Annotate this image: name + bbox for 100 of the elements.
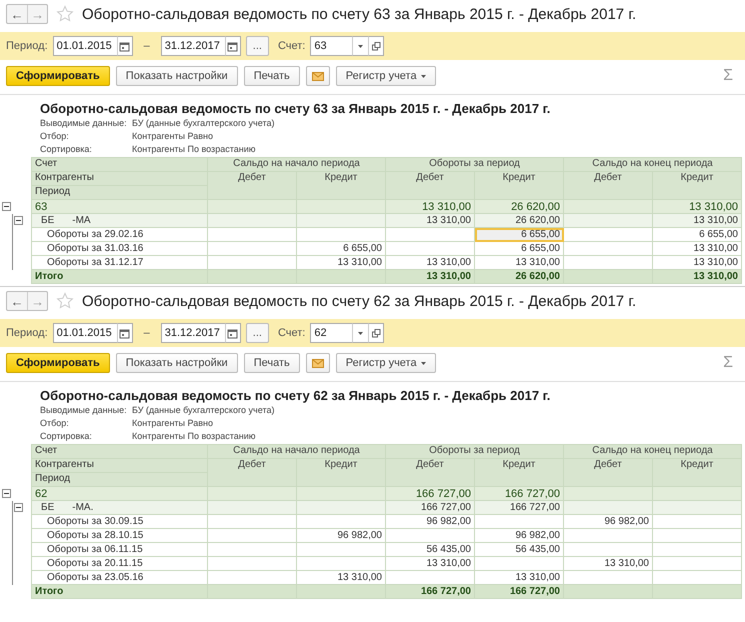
- total-label: Итого: [32, 270, 208, 284]
- table-cell: 13 310,00: [386, 200, 474, 214]
- dropdown-button[interactable]: [352, 323, 368, 343]
- report-title: Оборотно-сальдовая ведомость по счету 63 за Январь 2015 г. - Декабрь 2017 г.: [39, 100, 552, 118]
- date-field[interactable]: 31.12.2017: [160, 323, 225, 343]
- mail-button[interactable]: [306, 66, 330, 86]
- open-button[interactable]: [368, 323, 384, 343]
- calendar-button[interactable]: [116, 323, 133, 343]
- table-cell: 13 310,00: [652, 256, 742, 270]
- calendar-button[interactable]: [116, 36, 133, 56]
- table-cell: 56 435,00: [474, 542, 564, 556]
- table-cell: 6 655,00: [652, 228, 742, 242]
- table-cell: 13 310,00: [386, 270, 474, 284]
- generate-button[interactable]: Сформировать: [6, 353, 110, 373]
- header-cell: Счет: [32, 158, 208, 172]
- table-cell: 166 727,00: [386, 584, 474, 598]
- info-label: Сортировка:: [40, 431, 93, 442]
- table-cell: 6 655,00: [474, 228, 564, 242]
- header-cell: Дебет: [386, 172, 474, 200]
- info-label: Отбор:: [40, 131, 70, 142]
- dropdown-button[interactable]: Регистр учета: [336, 353, 436, 373]
- toolbar-button[interactable]: Печать: [244, 66, 300, 86]
- calendar-button[interactable]: [224, 36, 241, 56]
- windows-icon: [372, 42, 381, 50]
- header-cell: Счет: [32, 444, 208, 458]
- open-button[interactable]: [368, 36, 384, 56]
- date-field[interactable]: 31.12.2017: [160, 36, 225, 56]
- window-title: Оборотно-сальдовая ведомость по счету 63 за Январь 2015 г. - Декабрь 2017 г.: [82, 6, 636, 22]
- account-field[interactable]: 62: [310, 323, 352, 343]
- info-value: Контрагенты По возрастанию: [132, 144, 256, 155]
- dropdown-button[interactable]: [352, 36, 368, 56]
- table-cell: 26 620,00: [474, 200, 564, 214]
- generate-button[interactable]: Сформировать: [6, 66, 110, 86]
- total-label: Итого: [32, 584, 208, 598]
- caret-icon: [358, 332, 364, 334]
- table-cell: 13 310,00: [564, 556, 652, 570]
- header-cell: Дебет: [564, 172, 652, 200]
- table-cell: 13 310,00: [474, 570, 564, 584]
- caret-icon: [420, 74, 426, 78]
- header-cell: Контрагенты: [32, 458, 208, 472]
- calendar-icon: [119, 328, 130, 338]
- info-label: Сортировка:: [40, 144, 93, 155]
- table-cell: 6 655,00: [296, 242, 386, 256]
- collapse-icon[interactable]: [2, 202, 11, 211]
- header-cell: Дебет: [208, 458, 296, 486]
- collapse-icon[interactable]: [2, 489, 11, 498]
- table-cell: 166 727,00: [474, 584, 564, 598]
- star-icon[interactable]: [56, 5, 74, 23]
- collapse-icon[interactable]: [14, 216, 23, 225]
- table-cell: 96 982,00: [474, 528, 564, 542]
- table-cell: 166 727,00: [386, 500, 474, 514]
- collapse-icon[interactable]: [14, 503, 23, 512]
- row-label: БЕ: [41, 502, 54, 514]
- caret-icon: [358, 44, 364, 48]
- row-label: Обороты за 23.05.16: [47, 572, 144, 584]
- dash: –: [142, 40, 151, 52]
- toolbar-button[interactable]: Показать настройки: [116, 353, 238, 373]
- table-cell: 13 310,00: [652, 242, 742, 256]
- row-label: Обороты за 30.09.15: [47, 516, 144, 528]
- table-cell: 166 727,00: [474, 500, 564, 514]
- select-period-button[interactable]: ...: [246, 36, 269, 56]
- calendar-button[interactable]: [224, 323, 241, 343]
- mail-button[interactable]: [306, 353, 330, 373]
- report-title: Оборотно-сальдовая ведомость по счету 62 за Январь 2015 г. - Декабрь 2017 г.: [39, 387, 552, 405]
- table-cell: 13 310,00: [386, 256, 474, 270]
- table-cell: 96 982,00: [386, 514, 474, 528]
- table-cell: 166 727,00: [386, 486, 474, 500]
- date-field[interactable]: 01.01.2015: [52, 323, 117, 343]
- header-cell: Сальдо на начало периода: [208, 158, 386, 172]
- header-cell: Кредит: [474, 458, 564, 486]
- header-cell: Кредит: [474, 172, 564, 200]
- star-icon[interactable]: [56, 292, 74, 310]
- row-label: Обороты за 06.11.15: [47, 544, 143, 556]
- account-label: Счет:: [278, 327, 306, 339]
- info-value: Контрагенты Равно: [132, 131, 214, 142]
- header-cell: Дебет: [386, 458, 474, 486]
- table-cell: 56 435,00: [386, 542, 474, 556]
- window-title: Оборотно-сальдовая ведомость по счету 62 за Январь 2015 г. - Декабрь 2017 г.: [82, 292, 636, 310]
- table-cell: 13 310,00: [296, 570, 386, 584]
- select-period-button[interactable]: ...: [246, 323, 269, 343]
- toolbar-button[interactable]: Показать настройки: [116, 66, 238, 86]
- header-cell: Обороты за период: [386, 444, 564, 458]
- info-value: Контрагенты По возрастанию: [132, 431, 256, 442]
- table-cell: 13 310,00: [652, 200, 742, 214]
- caret-icon: [420, 362, 426, 364]
- date-field[interactable]: 01.01.2015: [52, 36, 117, 56]
- account-field[interactable]: 63: [310, 36, 352, 56]
- toolbar-button[interactable]: Печать: [244, 353, 300, 373]
- back-button[interactable]: ←: [7, 292, 27, 310]
- table-cell: 13 310,00: [652, 270, 742, 284]
- period-label: Период:: [6, 327, 48, 339]
- table-cell: 166 727,00: [474, 486, 564, 500]
- table-cell: 13 310,00: [386, 556, 474, 570]
- back-button[interactable]: ←: [7, 5, 27, 23]
- dropdown-button[interactable]: Регистр учета: [336, 66, 436, 86]
- header-cell: Кредит: [296, 458, 386, 486]
- row-label: -МА: [72, 214, 91, 226]
- calendar-icon: [227, 40, 238, 52]
- table-cell: 96 982,00: [564, 514, 652, 528]
- header-cell: Сальдо на конец периода: [564, 158, 742, 172]
